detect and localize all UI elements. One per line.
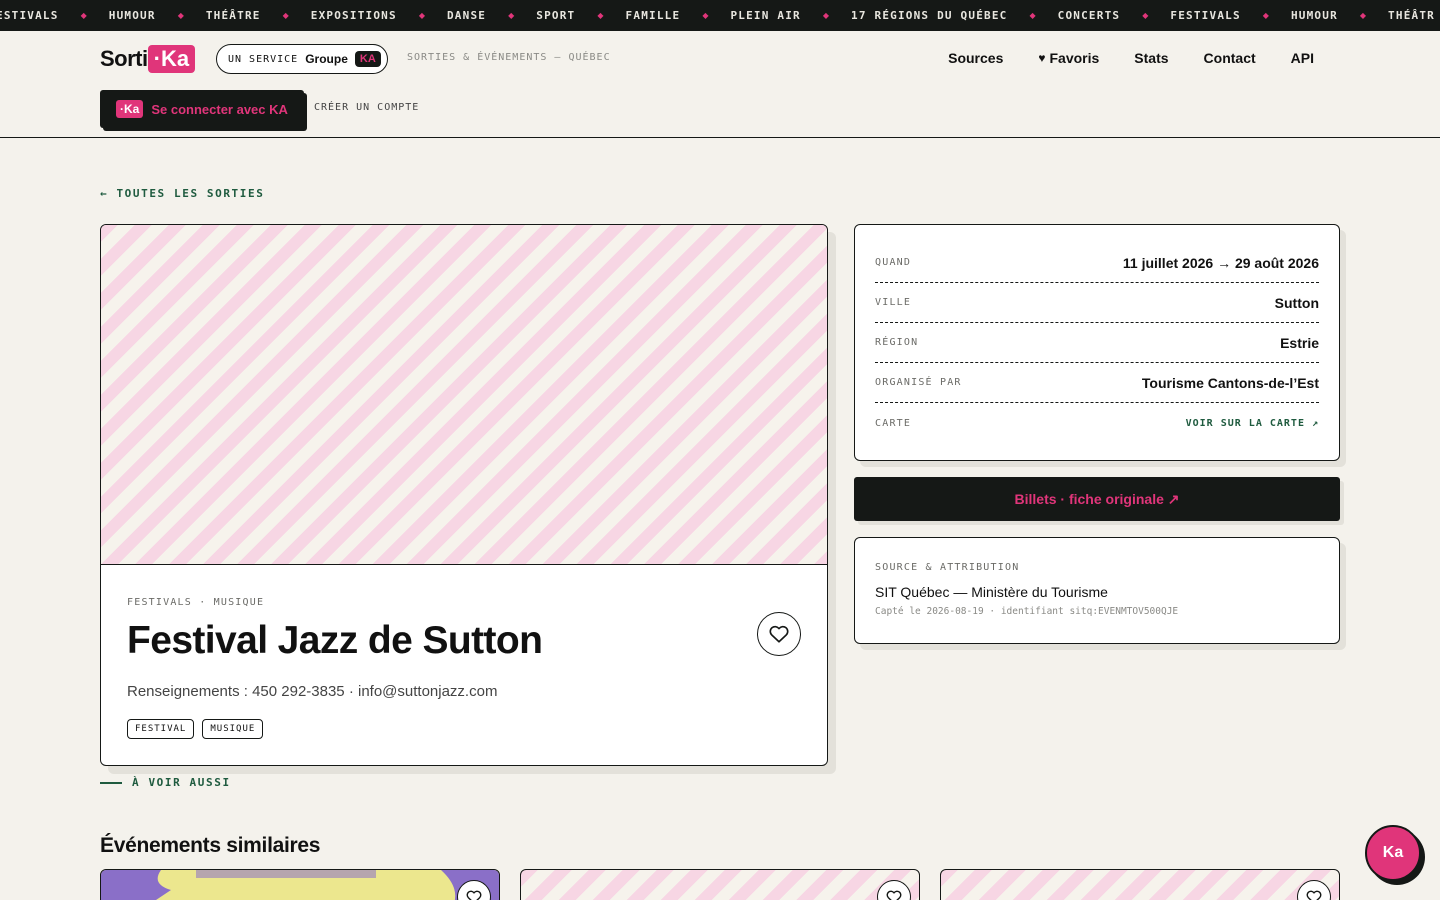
ticker-separator: ◆ (1029, 11, 1036, 20)
source-title: SOURCE & ATTRIBUTION (875, 562, 1020, 573)
ticker-item[interactable]: HUMOUR (1291, 9, 1338, 22)
ka-logo-icon: ·Ka (116, 100, 144, 118)
nav-favoris[interactable]: ♥ Favoris (1038, 50, 1099, 66)
heart-outline-icon (886, 890, 902, 900)
ticker-item[interactable]: ESTIVALS (0, 9, 59, 22)
tag-festival[interactable]: FESTIVAL (127, 719, 195, 739)
ticker-item[interactable]: 17 RÉGIONS DU QUÉBEC (851, 9, 1007, 22)
view-map-link[interactable]: VOIR SUR LA CARTE ↗ (1186, 418, 1319, 429)
ticker-separator: ◆ (1359, 11, 1367, 20)
ticker-item[interactable]: EXPOSITIONS (311, 9, 397, 22)
event-title: Festival Jazz de Sutton (127, 619, 543, 662)
ticker-separator: ◆ (80, 11, 87, 20)
detail-value: Sutton (1274, 294, 1319, 311)
detail-label: ORGANISÉ PAR (875, 377, 962, 388)
heart-icon: ♥ (1038, 51, 1046, 65)
ticker-item[interactable]: FESTIVALS (1170, 9, 1240, 22)
ticker-item[interactable]: DANSE (447, 9, 486, 22)
main-nav: Sources ♥ Favoris Stats Contact API (948, 50, 1314, 66)
login-ka-button[interactable]: ·Ka Se connecter avec KA (100, 90, 304, 128)
event-card: FESTIVALS · MUSIQUE Festival Jazz de Sut… (100, 224, 828, 766)
see-also-label: À VOIR AUSSI (132, 776, 231, 789)
source-attribution-card: SOURCE & ATTRIBUTION SIT Québec — Minist… (854, 537, 1340, 644)
service-label: UN SERVICE (228, 53, 299, 65)
service-groupe: Groupe (305, 52, 348, 66)
detail-row-city: VILLE Sutton (875, 283, 1319, 323)
ticker-item[interactable]: THÉÂTR (1388, 9, 1435, 22)
detail-label: RÉGION (875, 337, 919, 348)
ticker-track: ESTIVALS ◆ HUMOUR ◆ THÉÂTRE ◆ EXPOSITIONS ◆ DANS… (0, 0, 1435, 31)
similar-event-card[interactable] (520, 869, 920, 900)
back-to-all-link[interactable]: ← TOUTES LES SORTIES (100, 187, 264, 200)
ticker-separator: ◆ (1142, 11, 1149, 20)
detail-label: VILLE (875, 297, 912, 308)
detail-row-map: CARTE VOIR SUR LA CARTE ↗ (875, 403, 1319, 443)
create-account-link[interactable]: CRÉER UN COMPTE (314, 102, 419, 113)
detail-label: QUAND (875, 257, 912, 268)
groupe-ka-service-badge[interactable]: UN SERVICE Groupe KA (216, 44, 388, 74)
favorite-button[interactable] (1297, 880, 1331, 900)
nav-favoris-label: Favoris (1049, 50, 1100, 66)
source-meta: Capté le 2026-08-19 · identifiant sitq:E… (875, 606, 1179, 617)
ticker-item[interactable]: THÉÂTRE (206, 9, 261, 22)
tickets-button[interactable]: Billets · fiche originale ↗ (854, 477, 1340, 521)
ticker-separator: ◆ (597, 11, 604, 20)
nav-api[interactable]: API (1291, 50, 1314, 66)
nav-stats[interactable]: Stats (1134, 50, 1168, 66)
service-ka: KA (354, 51, 381, 67)
ticker-separator: ◆ (282, 11, 289, 20)
heart-outline-icon (1306, 890, 1322, 900)
ticker-item[interactable]: HUMOUR (109, 9, 156, 22)
event-image-placeholder (101, 225, 827, 565)
similar-event-card[interactable] (940, 869, 1340, 900)
nav-sources[interactable]: Sources (948, 50, 1003, 66)
ticker-separator: ◆ (1262, 11, 1269, 20)
login-label: Se connecter avec KA (151, 101, 288, 117)
heart-outline-icon (769, 625, 789, 643)
detail-row-region: RÉGION Estrie (875, 323, 1319, 363)
favorite-button[interactable] (757, 612, 801, 656)
source-name: SIT Québec — Ministère du Tourisme (875, 584, 1108, 600)
logo-text: Sorti (100, 45, 148, 71)
detail-value: 11 juillet 2026 → 29 août 2026 (1122, 254, 1319, 271)
ticker-separator: ◆ (822, 11, 830, 20)
similar-events-title: Événements similaires (100, 834, 321, 857)
ticker-separator: ◆ (508, 11, 515, 20)
event-tags: FESTIVAL MUSIQUE (127, 719, 264, 739)
detail-value: Estrie (1280, 334, 1319, 351)
logo[interactable]: Sorti ·Ka (100, 44, 196, 73)
nav-contact[interactable]: Contact (1204, 50, 1256, 66)
ticker-separator: ◆ (702, 11, 709, 20)
site-header: Sorti ·Ka UN SERVICE Groupe KA SORTIES &… (0, 31, 1440, 138)
see-also-rule (100, 781, 122, 784)
similar-event-card[interactable] (100, 869, 500, 900)
detail-row-when: QUAND 11 juillet 2026 → 29 août 2026 (875, 243, 1319, 283)
detail-row-organizer: ORGANISÉ PAR Tourisme Cantons-de-l’Est (875, 363, 1319, 403)
heart-outline-icon (466, 890, 482, 900)
ticker-item[interactable]: FAMILLE (626, 9, 681, 22)
site-tagline: SORTIES & ÉVÉNEMENTS — QUÉBEC (407, 52, 611, 63)
favorite-button[interactable] (877, 880, 911, 900)
ticker-item[interactable]: PLEIN AIR (730, 9, 800, 22)
detail-label: CARTE (875, 417, 912, 429)
event-poster-image (101, 870, 499, 900)
see-also-heading: À VOIR AUSSI (100, 776, 231, 789)
detail-value: Tourisme Cantons-de-l’Est (1141, 374, 1319, 391)
ticker-separator: ◆ (418, 11, 425, 20)
event-contact-info: Renseignements : 450 292-3835 · info@sut… (127, 683, 498, 700)
ticker-item[interactable]: CONCERTS (1058, 9, 1121, 22)
ticker-item[interactable]: SPORT (536, 9, 575, 22)
tag-musique[interactable]: MUSIQUE (202, 719, 264, 739)
ka-assistant-button[interactable]: Ka (1365, 825, 1421, 881)
category-ticker: ESTIVALS ◆ HUMOUR ◆ THÉÂTRE ◆ EXPOSITIONS ◆ DANS… (0, 0, 1440, 31)
event-details-card: QUAND 11 juillet 2026 → 29 août 2026 VIL… (854, 224, 1340, 461)
ticker-separator: ◆ (177, 11, 184, 20)
event-categories: FESTIVALS · MUSIQUE (127, 597, 265, 608)
logo-ka-badge: ·Ka (147, 44, 196, 73)
